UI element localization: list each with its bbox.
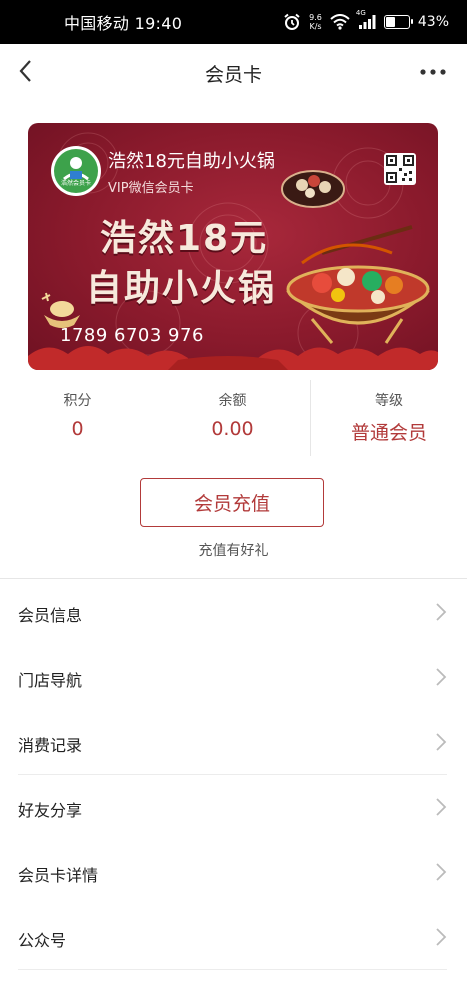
wifi-icon [330,14,350,30]
menu-item-label: 会员卡详情 [18,866,99,885]
signal-icon: 4G [356,9,376,29]
status-icons: 9.6 K/s 4G 43% [283,0,449,44]
member-card[interactable]: 浩然会员卡 浩然18元自助小火锅 VIP微信会员卡 浩然18元 自助小火锅 17… [28,123,438,370]
stat-level[interactable]: 等级 普通会员 [311,380,467,458]
food-plate-icon [281,170,345,208]
alarm-icon [283,13,301,31]
card-store-name: 浩然18元自助小火锅 [108,151,275,172]
more-button[interactable] [419,58,447,86]
card-headline-1: 浩然18元 [100,218,269,259]
qr-code-icon[interactable] [384,153,416,185]
menu-item-label: 会员信息 [18,606,83,625]
menu-item-label: 好友分享 [18,801,83,820]
chevron-right-icon [436,603,447,621]
menu-item-official-account[interactable]: 公众号 [0,905,467,970]
menu-item-share-friends[interactable]: 好友分享 [0,775,467,840]
chevron-right-icon [436,863,447,881]
network-speed: 9.6 K/s [309,13,322,31]
stat-balance-label: 余额 [218,393,247,409]
cloud-decoration [28,346,438,370]
chevron-right-icon [436,798,447,816]
stat-balance[interactable]: 余额 0.00 [155,380,310,458]
menu-item-store-navigation[interactable]: 门店导航 [0,645,467,710]
menu-item-label: 公众号 [18,931,67,950]
speed-unit: K/s [309,22,322,31]
battery-icon [383,15,413,29]
speed-value: 9.6 [309,13,322,22]
member-stats: 积分 0 余额 0.00 等级 普通会员 [0,380,467,458]
brand-logo: 浩然会员卡 [51,146,101,196]
stat-points-value: 0 [71,418,84,440]
status-bar: 中国移动 19:40 9.6 K/s 4G 43% [0,0,467,44]
menu-list: 会员信息 门店导航 消费记录 好友分享 会员卡详情 公众号 [0,580,467,970]
menu-item-member-info[interactable]: 会员信息 [0,580,467,645]
status-carrier-time: 中国移动 19:40 [64,14,183,33]
more-dots-icon [420,69,446,75]
menu-item-consumption-records[interactable]: 消费记录 [0,710,467,775]
menu-separator [18,969,447,970]
stat-points-label: 积分 [63,393,92,409]
chevron-right-icon [436,668,447,686]
stat-balance-value: 0.00 [211,418,254,440]
chevron-right-icon [436,928,447,946]
menu-item-card-details[interactable]: 会员卡详情 [0,840,467,905]
recharge-hint: 充值有好礼 [198,543,269,559]
card-subtitle: VIP微信会员卡 [108,181,194,196]
stat-level-label: 等级 [375,393,403,409]
network-type: 4G [355,9,366,17]
stat-points[interactable]: 积分 0 [0,380,155,458]
logo-icon: 浩然会员卡 [54,149,98,193]
section-divider [0,578,467,579]
card-headline-2: 自助小火锅 [86,268,277,309]
logo-text: 浩然会员卡 [60,180,91,187]
menu-item-label: 门店导航 [18,671,83,690]
stat-level-value: 普通会员 [350,422,427,444]
chevron-right-icon [436,733,447,751]
recharge-button[interactable]: 会员充值 [140,478,324,527]
nav-bar: 会员卡 [0,44,467,102]
page-title: 会员卡 [204,64,262,86]
battery-level [385,17,395,27]
menu-item-label: 消费记录 [18,736,83,755]
battery-percent: 43% [417,14,449,30]
